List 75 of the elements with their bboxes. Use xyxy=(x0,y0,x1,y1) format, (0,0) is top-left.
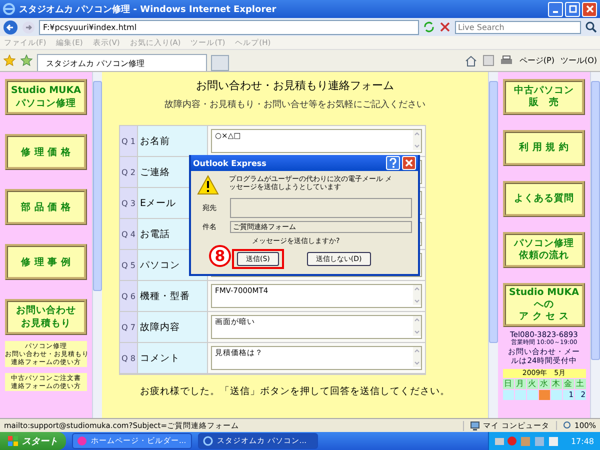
step-number: 8 xyxy=(209,245,231,267)
weekday-label: 月 xyxy=(514,379,526,389)
app-icon xyxy=(203,436,213,446)
nav-button[interactable]: 修 理 価 格 xyxy=(5,134,87,170)
question-label: お名前 xyxy=(137,126,207,157)
question-label: コメント xyxy=(137,343,207,374)
weekday-label: 水 xyxy=(538,379,550,389)
question-number: Q 1 xyxy=(120,126,137,157)
recipient-field[interactable] xyxy=(230,198,412,218)
nav-button[interactable]: お問い合わせ お見積もり xyxy=(5,299,87,335)
question-number: Q 7 xyxy=(120,312,137,343)
zoom-icon xyxy=(562,421,572,430)
maximize-icon xyxy=(568,5,576,13)
printer-icon[interactable] xyxy=(500,54,514,66)
scrollbar[interactable] xyxy=(488,72,498,418)
nav-button[interactable]: 修 理 事 例 xyxy=(5,244,87,280)
form-title: お問い合わせ・お見積もり連絡フォーム xyxy=(196,79,394,93)
scroll-arrows-icon xyxy=(413,285,421,305)
scroll-arrows-icon xyxy=(413,347,421,367)
add-favorite-icon[interactable] xyxy=(20,54,33,67)
question-number: Q 8 xyxy=(120,343,137,374)
tools-menu-button[interactable]: ツール(O) xyxy=(560,55,597,66)
help-button[interactable] xyxy=(386,156,400,170)
window-title: スタジオムカ パソコン修理 - Windows Internet Explorer xyxy=(19,4,278,16)
nav-button[interactable]: よくある質問 xyxy=(503,181,585,217)
close-button[interactable] xyxy=(402,156,416,170)
close-icon xyxy=(586,5,594,13)
nav-button[interactable]: 部 品 価 格 xyxy=(5,189,87,225)
question-number: Q 2 xyxy=(120,157,137,188)
stop-icon[interactable] xyxy=(439,21,451,33)
feed-icon[interactable] xyxy=(483,55,494,66)
nav-button[interactable]: Studio MUKA への ア ク セ ス xyxy=(503,283,585,327)
back-icon[interactable] xyxy=(3,20,18,34)
scrollbar[interactable] xyxy=(590,72,600,418)
form-footer: お疲れ様でした。「送信」ボタンを押して回答を送信してください。 xyxy=(140,385,450,398)
weekday-label: 日 xyxy=(502,379,514,389)
forward-icon[interactable] xyxy=(22,20,35,34)
search-icon[interactable] xyxy=(585,21,597,33)
question-number: Q 3 xyxy=(120,188,137,219)
question-label: 故障内容 xyxy=(137,312,207,343)
page-menu-button[interactable]: ページ(P) xyxy=(519,55,554,66)
browser-logo-icon xyxy=(3,3,15,15)
home-icon[interactable] xyxy=(465,54,478,66)
app-icon xyxy=(77,436,87,446)
help-icon xyxy=(389,158,397,168)
clock: 17:48 xyxy=(570,436,594,446)
refresh-icon[interactable] xyxy=(423,21,435,33)
start-button[interactable]: スタート xyxy=(0,432,66,450)
search-field[interactable]: Live Search xyxy=(455,20,581,34)
nav-button[interactable]: Studio MUKA パソコン修理 xyxy=(5,79,87,115)
star-icon[interactable] xyxy=(3,54,16,67)
nav-button[interactable]: 中古パソコン 販 売 xyxy=(503,79,585,115)
maximize-button[interactable] xyxy=(565,2,580,16)
weekday-label: 火 xyxy=(526,379,538,389)
windows-logo-icon xyxy=(8,436,18,446)
computer-icon xyxy=(470,420,480,430)
scrollbar[interactable] xyxy=(92,72,102,418)
nav-button[interactable]: 利 用 規 約 xyxy=(503,130,585,166)
close-icon xyxy=(405,159,413,167)
address-field[interactable]: F:¥pcsyuuri¥index.html xyxy=(39,20,419,34)
scroll-arrows-icon xyxy=(413,130,421,150)
warning-icon xyxy=(197,175,219,195)
question-label: 機種・型番 xyxy=(137,281,207,312)
weekday-label: 金 xyxy=(562,379,574,389)
close-button[interactable] xyxy=(582,2,597,16)
question-number: Q 5 xyxy=(120,250,137,281)
scroll-arrows-icon xyxy=(413,316,421,336)
form-intro: 故障内容・お見積もり・お問い合せ等をお気軽にご記入ください xyxy=(164,99,426,111)
question-number: Q 4 xyxy=(120,219,137,250)
minimize-button[interactable] xyxy=(548,2,563,16)
browser-tab[interactable]: スタジオムカ パソコン修理 xyxy=(37,54,207,71)
nav-button[interactable]: パソコン修理 依頼の流れ xyxy=(503,232,585,268)
weekday-label: 土 xyxy=(574,379,586,389)
question-number: Q 6 xyxy=(120,281,137,312)
weekday-label: 木 xyxy=(550,379,562,389)
